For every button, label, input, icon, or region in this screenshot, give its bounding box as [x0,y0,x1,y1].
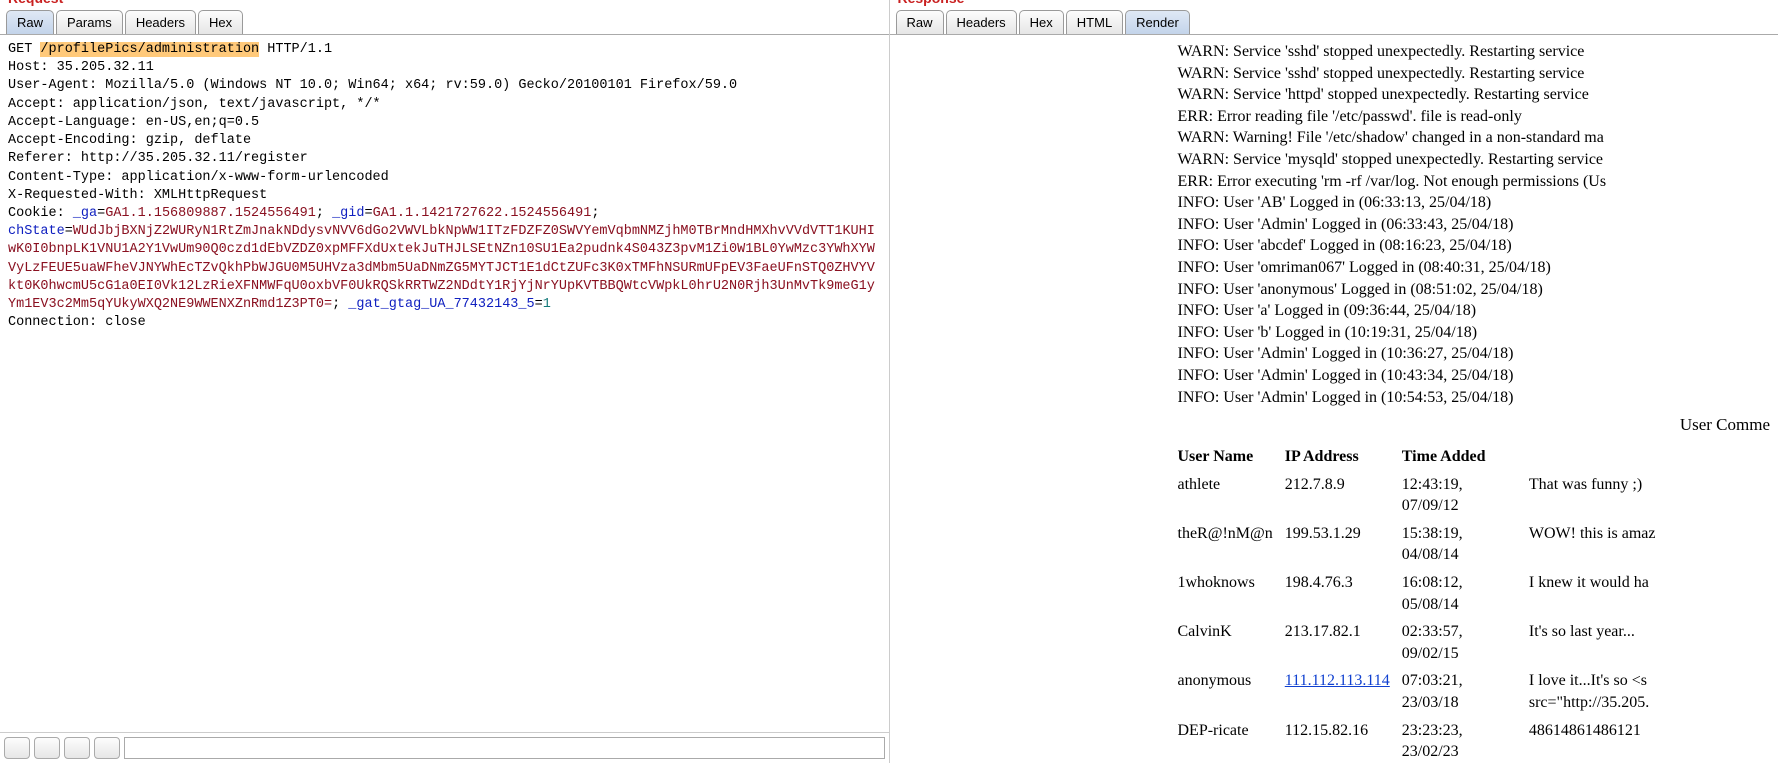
cell-time: 15:38:19, 04/08/14 [1402,520,1529,569]
log-line: INFO: User 'AB' Logged in (06:33:13, 25/… [1178,192,1771,214]
cell-comment: It's so last year... [1529,618,1770,667]
cell-username: athlete [1178,471,1285,520]
footer-button-4[interactable] [94,737,120,759]
cell-ip: 199.53.1.29 [1285,520,1402,569]
log-line: INFO: User 'abcdef' Logged in (08:16:23,… [1178,235,1771,257]
tab-hex[interactable]: Hex [198,10,243,34]
table-row: CalvinK213.17.82.102:33:57, 09/02/15It's… [1178,618,1771,667]
cell-comment: I love it...It's so <s src="http://35.20… [1529,667,1770,716]
table-header: Time Added [1402,443,1529,471]
cell-time: 23:23:23, 23/02/23 [1402,717,1529,763]
log-line: WARN: Warning! File '/etc/shadow' change… [1178,127,1771,149]
cell-comment: That was funny ;) [1529,471,1770,520]
log-line: WARN: Service 'mysqld' stopped unexpecte… [1178,149,1771,171]
table-row: athlete212.7.8.912:43:19, 07/09/12That w… [1178,471,1771,520]
tab-headers[interactable]: Headers [125,10,196,34]
ip-link[interactable]: 111.112.113.114 [1285,672,1390,689]
response-render-content[interactable]: WARN: Service 'sshd' stopped unexpectedl… [890,35,1778,763]
log-line: WARN: Service 'sshd' stopped unexpectedl… [1178,63,1771,85]
cell-username: 1whoknows [1178,569,1285,618]
table-row: DEP-ricate112.15.82.1623:23:23, 23/02/23… [1178,717,1771,763]
log-line: INFO: User 'a' Logged in (09:36:44, 25/0… [1178,300,1771,322]
request-panel: Request RawParamsHeadersHex GET /profile… [0,0,890,763]
cell-comment: 48614861486121 [1529,717,1770,763]
log-line: INFO: User 'omriman067' Logged in (08:40… [1178,257,1771,279]
tab-raw[interactable]: Raw [896,10,944,34]
table-header: User Name [1178,443,1285,471]
cell-username: DEP-ricate [1178,717,1285,763]
cell-username: CalvinK [1178,618,1285,667]
log-line: INFO: User 'b' Logged in (10:19:31, 25/0… [1178,322,1771,344]
cell-ip: 112.15.82.16 [1285,717,1402,763]
log-line: INFO: User 'anonymous' Logged in (08:51:… [1178,279,1771,301]
table-header: IP Address [1285,443,1402,471]
request-raw-content[interactable]: GET /profilePics/administration HTTP/1.1… [0,35,889,732]
response-tabs: RawHeadersHexHTMLRender [890,10,1778,35]
tab-headers[interactable]: Headers [946,10,1017,34]
cell-time: 16:08:12, 05/08/14 [1402,569,1529,618]
log-line: INFO: User 'Admin' Logged in (10:43:34, … [1178,365,1771,387]
response-panel: Response RawHeadersHexHTMLRender WARN: S… [890,0,1778,763]
log-line: INFO: User 'Admin' Logged in (06:33:43, … [1178,214,1771,236]
log-line: INFO: User 'Admin' Logged in (10:54:53, … [1178,387,1771,409]
cell-username: theR@!nM@n [1178,520,1285,569]
tab-raw[interactable]: Raw [6,10,54,34]
request-footer [0,732,889,763]
table-row: theR@!nM@n199.53.1.2915:38:19, 04/08/14W… [1178,520,1771,569]
cell-username: anonymous [1178,667,1285,716]
tab-render[interactable]: Render [1125,10,1190,34]
cell-ip: 212.7.8.9 [1285,471,1402,520]
cell-time: 02:33:57, 09/02/15 [1402,618,1529,667]
request-tabs: RawParamsHeadersHex [0,10,889,35]
cell-time: 07:03:21, 23/03/18 [1402,667,1529,716]
user-comments-heading: User Comme [1178,414,1771,437]
table-row: 1whoknows198.4.76.316:08:12, 05/08/14I k… [1178,569,1771,618]
log-line: ERR: Error executing 'rm -rf /var/log. N… [1178,171,1771,193]
table-header [1529,443,1770,471]
tab-html[interactable]: HTML [1066,10,1123,34]
users-table: User NameIP AddressTime Addedathlete212.… [1178,443,1771,763]
log-line: ERR: Error reading file '/etc/passwd'. f… [1178,106,1771,128]
cell-comment: WOW! this is amaz [1529,520,1770,569]
footer-button-1[interactable] [4,737,30,759]
tab-params[interactable]: Params [56,10,123,34]
cell-time: 12:43:19, 07/09/12 [1402,471,1529,520]
tab-hex[interactable]: Hex [1019,10,1064,34]
footer-button-3[interactable] [64,737,90,759]
footer-button-2[interactable] [34,737,60,759]
cell-ip: 111.112.113.114 [1285,667,1402,716]
log-line: INFO: User 'Admin' Logged in (10:36:27, … [1178,343,1771,365]
log-line: WARN: Service 'httpd' stopped unexpected… [1178,84,1771,106]
response-title: Response [890,0,1778,10]
cell-comment: I knew it would ha [1529,569,1770,618]
log-line: WARN: Service 'sshd' stopped unexpectedl… [1178,41,1771,63]
search-input[interactable] [124,737,885,759]
request-title: Request [0,0,889,10]
table-row: anonymous111.112.113.114 07:03:21, 23/03/… [1178,667,1771,716]
cell-ip: 213.17.82.1 [1285,618,1402,667]
cell-ip: 198.4.76.3 [1285,569,1402,618]
